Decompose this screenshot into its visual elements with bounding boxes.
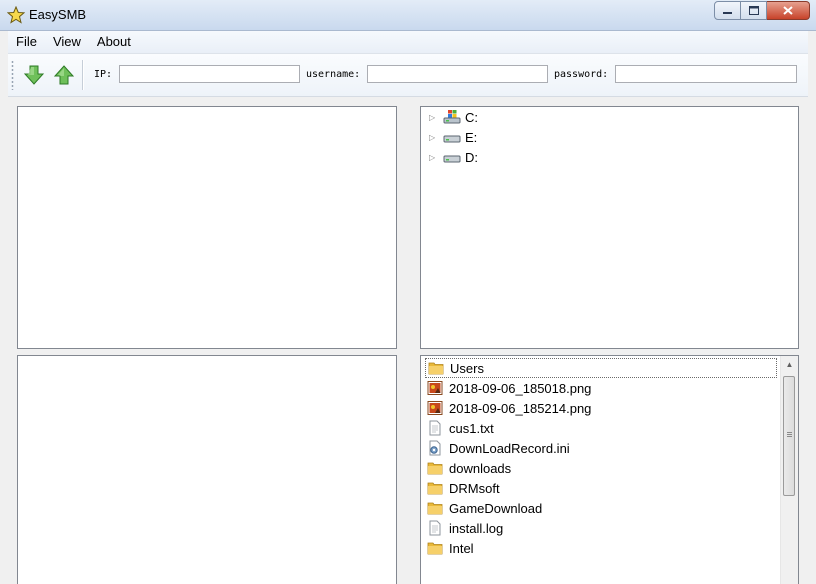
folder-icon: [427, 460, 443, 476]
minimize-button[interactable]: [714, 1, 741, 20]
file-list-item-label: 2018-09-06_185214.png: [449, 400, 592, 416]
minimize-icon: [723, 11, 732, 14]
tree-item-c[interactable]: ▷ C:: [421, 107, 478, 127]
file-list-item[interactable]: 2018-09-06_185214.png: [425, 398, 777, 418]
local-drive-tree[interactable]: ▷ C: ▷ E: ▷ D:: [420, 106, 799, 349]
file-list-item-label: Intel: [449, 540, 474, 556]
window-controls: [714, 1, 810, 20]
tree-item-label: D:: [465, 149, 478, 165]
password-label: password:: [554, 69, 609, 80]
file-list-item[interactable]: DRMsoft: [425, 478, 777, 498]
upload-arrow-icon: [53, 65, 75, 85]
vertical-scrollbar[interactable]: ▲: [780, 356, 798, 584]
tree-item-label: C:: [465, 109, 478, 125]
password-input[interactable]: [615, 65, 797, 83]
file-list-item[interactable]: Users: [425, 358, 777, 378]
file-list-item[interactable]: DownLoadRecord.ini: [425, 438, 777, 458]
upload-button[interactable]: [52, 63, 76, 87]
expand-arrow-icon[interactable]: ▷: [429, 153, 439, 162]
remote-file-panel[interactable]: [17, 355, 397, 584]
text-file-icon: [427, 520, 443, 536]
folder-icon: [427, 500, 443, 516]
file-list-item-label: install.log: [449, 520, 504, 536]
file-list-item[interactable]: install.log: [425, 518, 777, 538]
folder-icon: [428, 360, 444, 376]
menu-file[interactable]: File: [8, 31, 45, 53]
file-list-item-label: DRMsoft: [449, 480, 500, 496]
maximize-button[interactable]: [741, 1, 767, 20]
remote-tree-panel[interactable]: [17, 106, 397, 349]
username-label: username:: [306, 69, 361, 80]
local-file-list[interactable]: Users 2018-09-06_185018.png 2018-09-06_185…: [420, 355, 799, 584]
download-arrow-icon: [23, 65, 45, 85]
expand-arrow-icon[interactable]: ▷: [429, 133, 439, 142]
app-window: EasySMB File View About IP: username: pa…: [0, 0, 816, 584]
file-list-item-label: DownLoadRecord.ini: [449, 440, 570, 456]
system-drive-icon: [443, 110, 461, 124]
image-file-icon: [427, 400, 443, 416]
file-list-item-label: cus1.txt: [449, 420, 494, 436]
folder-icon: [427, 480, 443, 496]
file-list-item[interactable]: Intel: [425, 538, 777, 558]
username-input[interactable]: [367, 65, 548, 83]
text-file-icon: [427, 420, 443, 436]
file-list-item-label: 2018-09-06_185018.png: [449, 380, 592, 396]
close-button[interactable]: [767, 1, 810, 20]
expand-arrow-icon[interactable]: ▷: [429, 113, 439, 122]
file-list-item-label: downloads: [449, 460, 512, 476]
maximize-icon: [748, 6, 759, 15]
window-title: EasySMB: [29, 7, 87, 22]
menu-view[interactable]: View: [45, 31, 89, 53]
file-list-item[interactable]: 2018-09-06_185018.png: [425, 378, 777, 398]
file-list-item-label: Users: [450, 360, 484, 376]
tree-item-d[interactable]: ▷ D:: [421, 147, 478, 167]
drive-icon: [443, 155, 461, 163]
scroll-thumb[interactable]: [783, 376, 795, 496]
toolbar-grip[interactable]: [11, 60, 14, 90]
title-bar[interactable]: EasySMB: [0, 0, 816, 31]
file-list-item[interactable]: cus1.txt: [425, 418, 777, 438]
drive-icon: [443, 135, 461, 143]
scroll-up-button[interactable]: ▲: [781, 356, 798, 373]
settings-file-icon: [427, 440, 443, 456]
menu-bar: File View About: [8, 31, 808, 54]
menu-about[interactable]: About: [89, 31, 139, 53]
ip-input[interactable]: [119, 65, 300, 83]
star-app-icon: [7, 6, 25, 24]
toolbar: IP: username: password:: [8, 54, 808, 97]
toolbar-separator: [82, 60, 84, 90]
thumb-grip-icon: [787, 432, 792, 438]
close-icon: [783, 6, 793, 15]
file-list-item[interactable]: downloads: [425, 458, 777, 478]
download-button[interactable]: [22, 63, 46, 87]
file-list-item[interactable]: GameDownload: [425, 498, 777, 518]
tree-item-label: E:: [465, 129, 478, 145]
folder-icon: [427, 540, 443, 556]
image-file-icon: [427, 380, 443, 396]
ip-label: IP:: [94, 69, 113, 80]
tree-item-e[interactable]: ▷ E:: [421, 127, 477, 147]
file-list-item-label: GameDownload: [449, 500, 543, 516]
